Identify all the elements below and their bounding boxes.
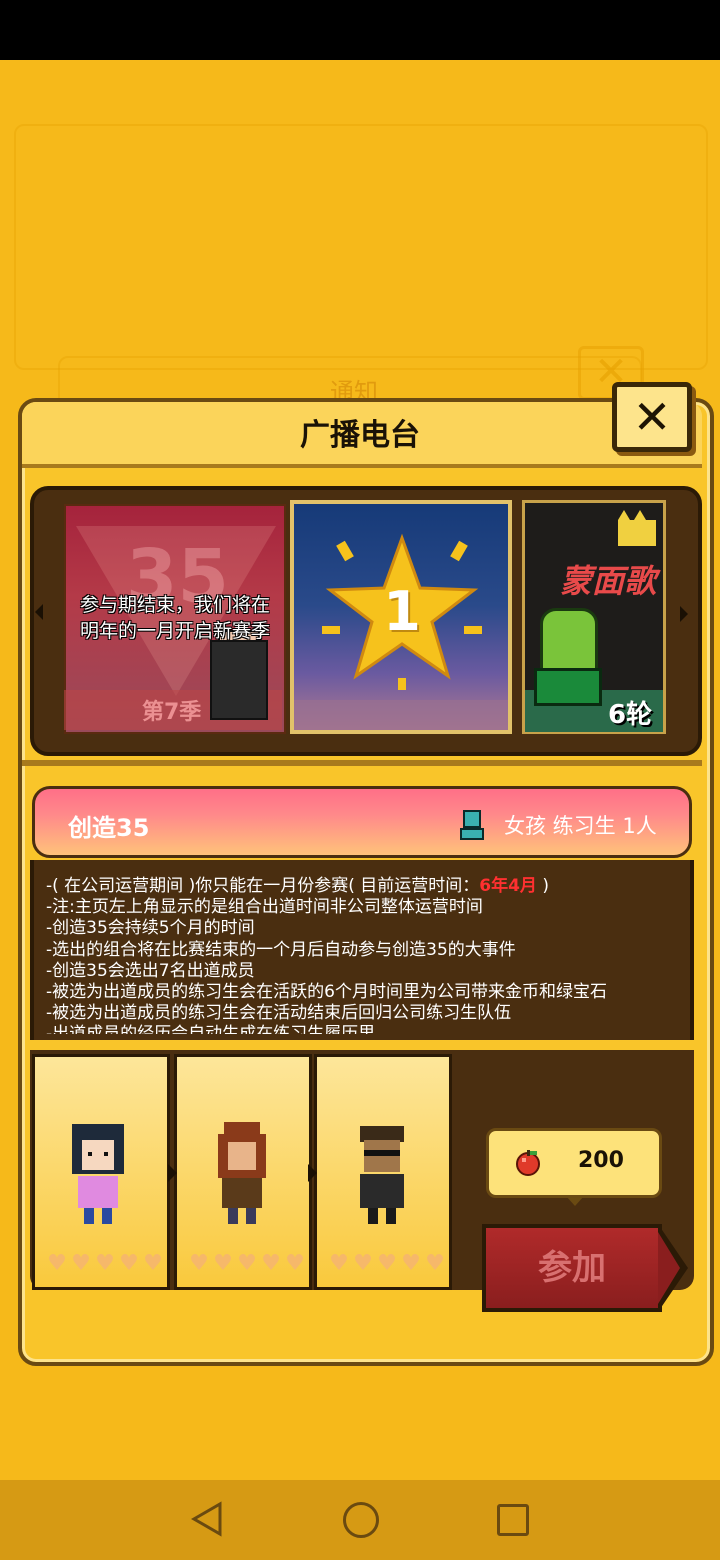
trainee-icon	[463, 810, 481, 828]
entry-cost-bubble	[486, 1128, 662, 1198]
description-line: -注:主页左上角显示的是组合出道时间非公司整体运营时间	[46, 897, 483, 918]
message-line-2: 明年的一月开启新赛季	[79, 620, 270, 642]
cactus-character-head	[540, 608, 598, 674]
heart-icon: ♥	[425, 1251, 445, 1276]
trainee-sprite-3	[360, 1126, 404, 1224]
slot-arrow-icon	[168, 1164, 177, 1182]
heart-icon: ♥	[261, 1251, 281, 1276]
heart-icon: ♥	[237, 1251, 257, 1276]
heart-icon: ♥	[377, 1251, 397, 1276]
trainee-icon-base	[460, 828, 484, 840]
trainee-1-hearts: ♥ ♥ ♥ ♥ ♥	[46, 1251, 166, 1276]
section-divider	[22, 760, 702, 766]
nav-back-icon[interactable]	[190, 1500, 224, 1538]
crown-icon	[618, 510, 656, 546]
heart-icon: ♥	[95, 1251, 115, 1276]
carousel-prev-icon[interactable]	[35, 604, 43, 620]
description-line: -被选为出道成员的练习生会在活跃的6个月时间里为公司带来金币和绿宝石	[46, 982, 607, 1003]
close-button[interactable]: ✕	[612, 382, 692, 452]
season-label: 第7季	[142, 700, 202, 725]
masked-singer-title: 蒙面歌	[560, 562, 657, 600]
heart-icon: ♥	[285, 1251, 305, 1276]
description-line: -( 在公司运营期间 )你只能在一月份参赛( 目前运营时间：6年4月 )	[46, 876, 549, 896]
cactus-character-body	[534, 668, 602, 706]
description-line: -出道成员的经历会自动生成在练习生履历里	[46, 1024, 686, 1034]
heart-icon: ♥	[143, 1251, 163, 1276]
description-line: -选出的组合将在比赛结束的一个月后自动参与创造35的大事件	[46, 939, 516, 960]
stage-floor	[294, 700, 508, 730]
join-button-label[interactable]: 参加	[482, 1240, 662, 1289]
description-line: -被选为出道成员的练习生会在活动结束后回归公司练习生队伍	[46, 1003, 512, 1024]
description-line: -创造35会持续5个月的时间	[46, 918, 255, 939]
trainee-2-hearts: ♥ ♥ ♥ ♥ ♥	[188, 1251, 308, 1276]
season-ended-message: 参与期结束，我们将在 明年的一月开启新赛季	[64, 592, 286, 644]
description-text: -( 在公司运营期间 )你只能在一月份参赛( 目前运营时间：6年4月 ) -注:…	[46, 876, 686, 1034]
rounds-badge: 6轮	[608, 700, 653, 730]
heart-icon: ♥	[47, 1251, 67, 1276]
event-name: 创造35	[68, 814, 150, 842]
carousel-next-icon[interactable]	[680, 606, 688, 622]
description-line: -创造35会选出7名出道成员	[46, 960, 255, 981]
heart-icon: ♥	[401, 1251, 421, 1276]
close-icon: ✕	[632, 390, 672, 444]
heart-icon: ♥	[213, 1251, 233, 1276]
star-number: 1	[383, 580, 421, 643]
nav-recent-icon[interactable]	[497, 1504, 529, 1536]
heart-icon: ♥	[353, 1251, 373, 1276]
heart-icon: ♥	[119, 1251, 139, 1276]
slot-arrow-icon	[308, 1164, 317, 1182]
message-line-1: 参与期结束，我们将在	[79, 594, 270, 616]
cost-bubble-tail	[566, 1196, 584, 1206]
nav-home-icon[interactable]	[343, 1502, 379, 1538]
trainee-sprite-girl	[72, 1124, 124, 1224]
trainee-sprite-2	[218, 1122, 266, 1224]
operating-time: 6年4月	[479, 876, 537, 896]
apple-icon	[516, 1150, 540, 1176]
heart-icon: ♥	[329, 1251, 349, 1276]
heart-icon: ♥	[71, 1251, 91, 1276]
status-bar	[0, 0, 720, 60]
trainee-requirement: 女孩 练习生 1人	[504, 814, 657, 838]
background-panel	[14, 124, 708, 370]
trainee-3-hearts: ♥ ♥ ♥ ♥ ♥	[328, 1251, 448, 1276]
character-sprite	[210, 640, 268, 720]
heart-icon: ♥	[189, 1251, 209, 1276]
entry-cost-value: 200	[578, 1148, 624, 1173]
